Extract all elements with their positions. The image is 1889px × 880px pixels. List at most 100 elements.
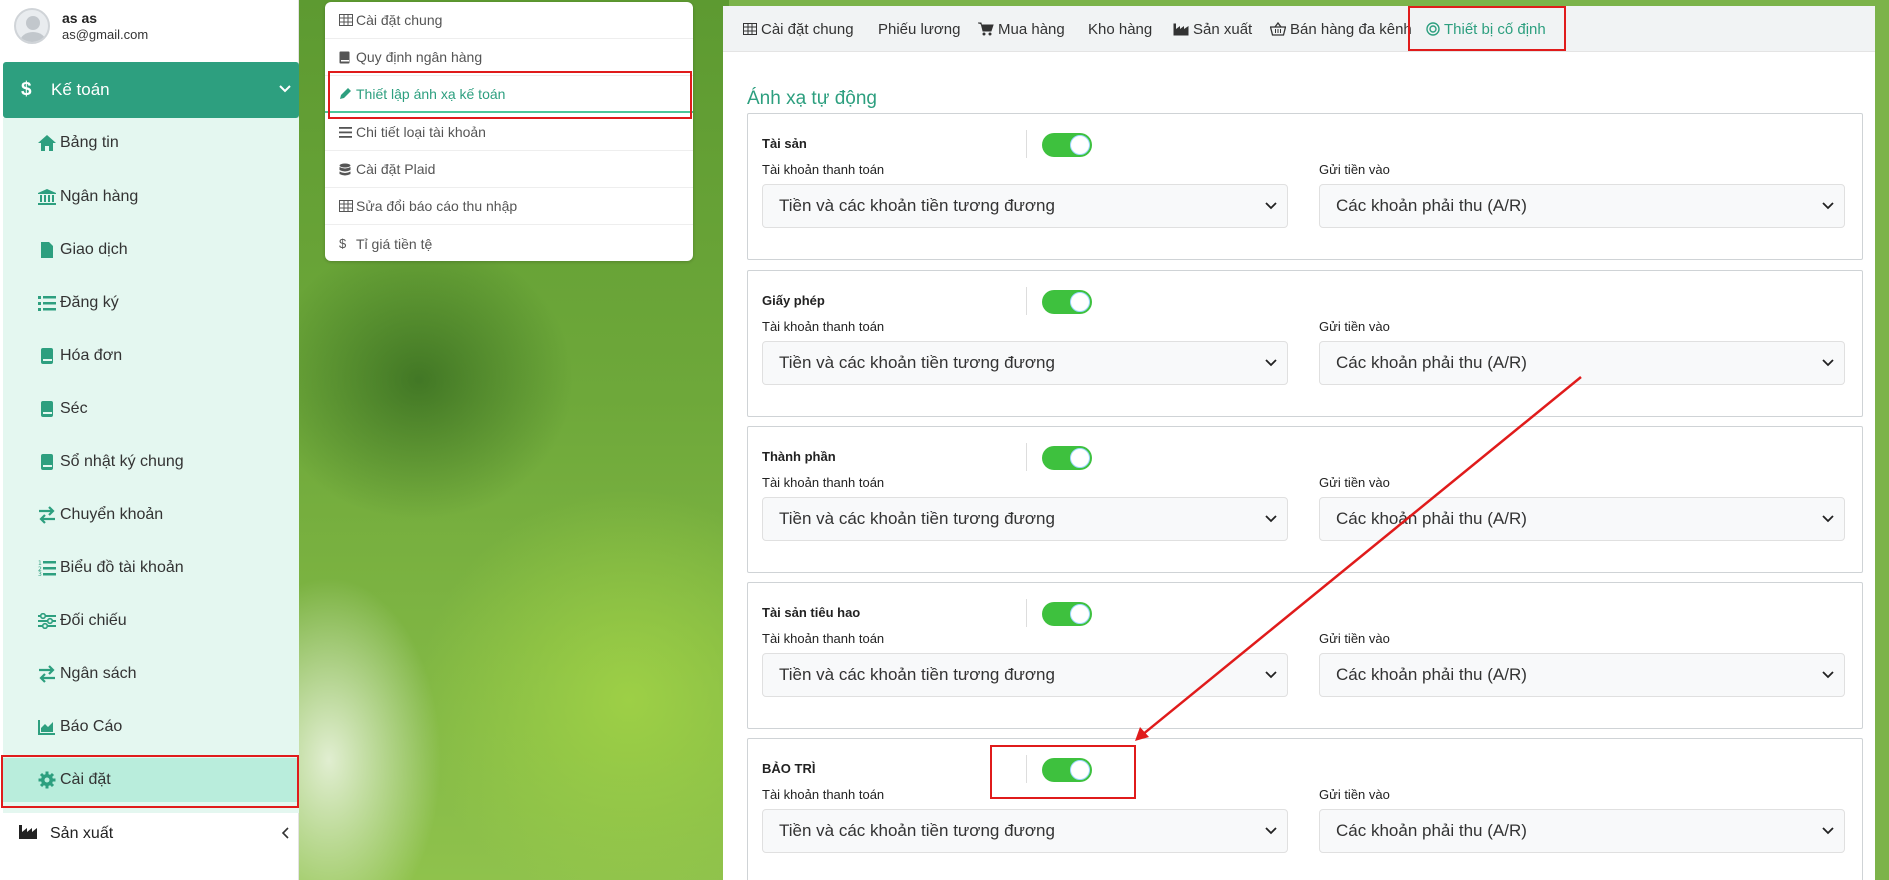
settings-item-income-report[interactable]: Sửa đổi báo cáo thu nhập bbox=[325, 188, 693, 225]
settings-item-label: Cài đặt chung bbox=[356, 12, 443, 28]
payment-account-select[interactable]: Tiền và các khoản tiền tương đương bbox=[762, 653, 1288, 697]
payment-account-select[interactable]: Tiền và các khoản tiền tương đương bbox=[762, 184, 1288, 228]
select-value: Các khoản phải thu (A/R) bbox=[1336, 353, 1527, 372]
auto-mapping-toggle[interactable] bbox=[1042, 602, 1092, 626]
sidebar-item-budget[interactable]: Ngân sách bbox=[3, 652, 299, 696]
tab-purchases[interactable]: Mua hàng bbox=[978, 6, 1065, 52]
sidebar-item-label: Ngân sách bbox=[60, 665, 137, 682]
cart-icon bbox=[978, 22, 994, 36]
sidebar-group-accounting[interactable]: $ Kế toán bbox=[3, 62, 299, 118]
auto-mapping-toggle[interactable] bbox=[1042, 446, 1092, 470]
payment-account-label: Tài khoản thanh toán bbox=[762, 319, 885, 334]
sidebar-item-label: Séc bbox=[60, 400, 88, 417]
table-icon bbox=[743, 23, 757, 35]
settings-item-currency[interactable]: $ Tỉ giá tiền tệ bbox=[325, 225, 693, 262]
dollar-icon: $ bbox=[21, 79, 32, 100]
deposit-to-select[interactable]: Các khoản phải thu (A/R) bbox=[1319, 184, 1845, 228]
deposit-to-select[interactable]: Các khoản phải thu (A/R) bbox=[1319, 653, 1845, 697]
sidebar-item-label: Cài đặt bbox=[60, 771, 111, 788]
area-chart-icon bbox=[36, 716, 58, 738]
factory-icon bbox=[18, 824, 38, 845]
tab-label: Phiếu lương bbox=[878, 20, 961, 38]
settings-tabs: Cài đặt chung Phiếu lương Mua hàng Kho h… bbox=[723, 6, 1875, 52]
toggle-knob bbox=[1070, 448, 1090, 468]
settings-item-account-types[interactable]: Chi tiết loại tài khoản bbox=[325, 114, 693, 151]
user-name: as as bbox=[62, 9, 98, 26]
sidebar-item-invoices[interactable]: Hóa đơn bbox=[3, 334, 299, 378]
sidebar-item-label: Bảng tin bbox=[60, 134, 119, 151]
sidebar-item-dashboard[interactable]: Bảng tin bbox=[3, 121, 299, 165]
payment-account-select[interactable]: Tiền và các khoản tiền tương đương bbox=[762, 809, 1288, 853]
deposit-to-select[interactable]: Các khoản phải thu (A/R) bbox=[1319, 809, 1845, 853]
tab-fixed-assets[interactable]: Thiết bị cố định bbox=[1426, 6, 1546, 52]
chevron-down-icon bbox=[1822, 199, 1834, 213]
select-value: Tiền và các khoản tiền tương đương bbox=[779, 196, 1055, 215]
select-value: Các khoản phải thu (A/R) bbox=[1336, 509, 1527, 528]
tab-general[interactable]: Cài đặt chung bbox=[743, 6, 854, 52]
sidebar-item-checks[interactable]: Séc bbox=[3, 387, 299, 431]
chevron-left-icon bbox=[281, 826, 289, 842]
tab-inventory[interactable]: Kho hàng bbox=[1088, 6, 1152, 52]
dollar-icon: $ bbox=[339, 236, 347, 251]
settings-item-general[interactable]: Cài đặt chung bbox=[325, 2, 693, 39]
settings-item-account-mapping[interactable]: Thiết lập ánh xạ kế toán bbox=[325, 76, 693, 113]
settings-item-bank-rules[interactable]: Quy định ngân hàng bbox=[325, 39, 693, 76]
payment-account-select[interactable]: Tiền và các khoản tiền tương đương bbox=[762, 497, 1288, 541]
book-icon bbox=[339, 51, 353, 64]
sidebar-item-transactions[interactable]: Giao dịch bbox=[3, 228, 299, 272]
settings-item-label: Sửa đổi báo cáo thu nhập bbox=[356, 198, 518, 214]
sidebar-item-journal[interactable]: Sổ nhật ký chung bbox=[3, 440, 299, 484]
mapping-name: BẢO TRÌ bbox=[762, 761, 816, 776]
home-icon bbox=[36, 132, 58, 154]
sidebar-item-bank[interactable]: Ngân hàng bbox=[3, 175, 299, 219]
sidebar-item-label: Hóa đơn bbox=[60, 347, 123, 364]
tab-label: Cài đặt chung bbox=[761, 20, 854, 38]
tab-payroll[interactable]: Phiếu lương bbox=[878, 6, 960, 52]
avatar[interactable] bbox=[14, 8, 50, 44]
sidebar-item-reconciliation[interactable]: Đối chiếu bbox=[3, 599, 299, 643]
tab-label: Kho hàng bbox=[1088, 20, 1153, 38]
deposit-to-label: Gửi tiền vào bbox=[1319, 162, 1390, 177]
deposit-to-label: Gửi tiền vào bbox=[1319, 319, 1390, 334]
settings-item-label: Tỉ giá tiền tệ bbox=[356, 235, 433, 252]
chevron-down-icon bbox=[1265, 199, 1277, 213]
mapping-name: Thành phần bbox=[762, 449, 836, 464]
sidebar-item-settings[interactable]: Cài đặt bbox=[3, 758, 299, 802]
deposit-to-select[interactable]: Các khoản phải thu (A/R) bbox=[1319, 341, 1845, 385]
settings-item-plaid[interactable]: Cài đặt Plaid bbox=[325, 151, 693, 188]
toggle-knob bbox=[1070, 760, 1090, 780]
select-value: Tiền và các khoản tiền tương đương bbox=[779, 509, 1055, 528]
deposit-to-label: Gửi tiền vào bbox=[1319, 631, 1390, 646]
payment-account-label: Tài khoản thanh toán bbox=[762, 475, 885, 490]
deposit-to-select[interactable]: Các khoản phải thu (A/R) bbox=[1319, 497, 1845, 541]
sidebar-item-transfers[interactable]: Chuyển khoản bbox=[3, 493, 299, 537]
book-icon bbox=[36, 345, 58, 367]
sidebar-item-label: Biểu đồ tài khoản bbox=[60, 559, 184, 576]
select-value: Tiền và các khoản tiền tương đương bbox=[779, 353, 1055, 372]
auto-mapping-toggle[interactable] bbox=[1042, 133, 1092, 157]
sidebar: as as as@gmail.com $ Kế toán Bảng tin Ng… bbox=[0, 0, 299, 880]
payment-account-select[interactable]: Tiền và các khoản tiền tương đương bbox=[762, 341, 1288, 385]
toggle-knob bbox=[1070, 292, 1090, 312]
auto-mapping-toggle[interactable] bbox=[1042, 758, 1092, 782]
sidebar-item-reports[interactable]: Báo Cáo bbox=[3, 705, 299, 749]
deposit-to-label: Gửi tiền vào bbox=[1319, 787, 1390, 802]
sidebar-item-chart-of-accounts[interactable]: 123 Biểu đồ tài khoản bbox=[3, 546, 299, 590]
sidebar-item-subscriptions[interactable]: Đăng ký bbox=[3, 281, 299, 325]
select-value: Tiền và các khoản tiền tương đương bbox=[779, 821, 1055, 840]
tab-omnichannel[interactable]: Bán hàng đa kênh bbox=[1270, 6, 1412, 52]
toggle-knob bbox=[1070, 604, 1090, 624]
sidebar-item-label: Sổ nhật ký chung bbox=[60, 453, 184, 470]
auto-mapping-toggle[interactable] bbox=[1042, 290, 1092, 314]
divider bbox=[1026, 599, 1027, 627]
basket-icon bbox=[1270, 22, 1286, 36]
sidebar-group-production[interactable]: Sản xuất bbox=[0, 812, 299, 856]
deposit-to-label: Gửi tiền vào bbox=[1319, 475, 1390, 490]
tab-production[interactable]: Sản xuất bbox=[1173, 6, 1252, 52]
target-icon bbox=[1426, 22, 1440, 36]
svg-text:3: 3 bbox=[38, 571, 42, 576]
user-profile[interactable]: as as as@gmail.com bbox=[14, 2, 148, 50]
chevron-down-icon bbox=[1822, 512, 1834, 526]
list-icon bbox=[36, 292, 58, 314]
payment-account-label: Tài khoản thanh toán bbox=[762, 787, 885, 802]
